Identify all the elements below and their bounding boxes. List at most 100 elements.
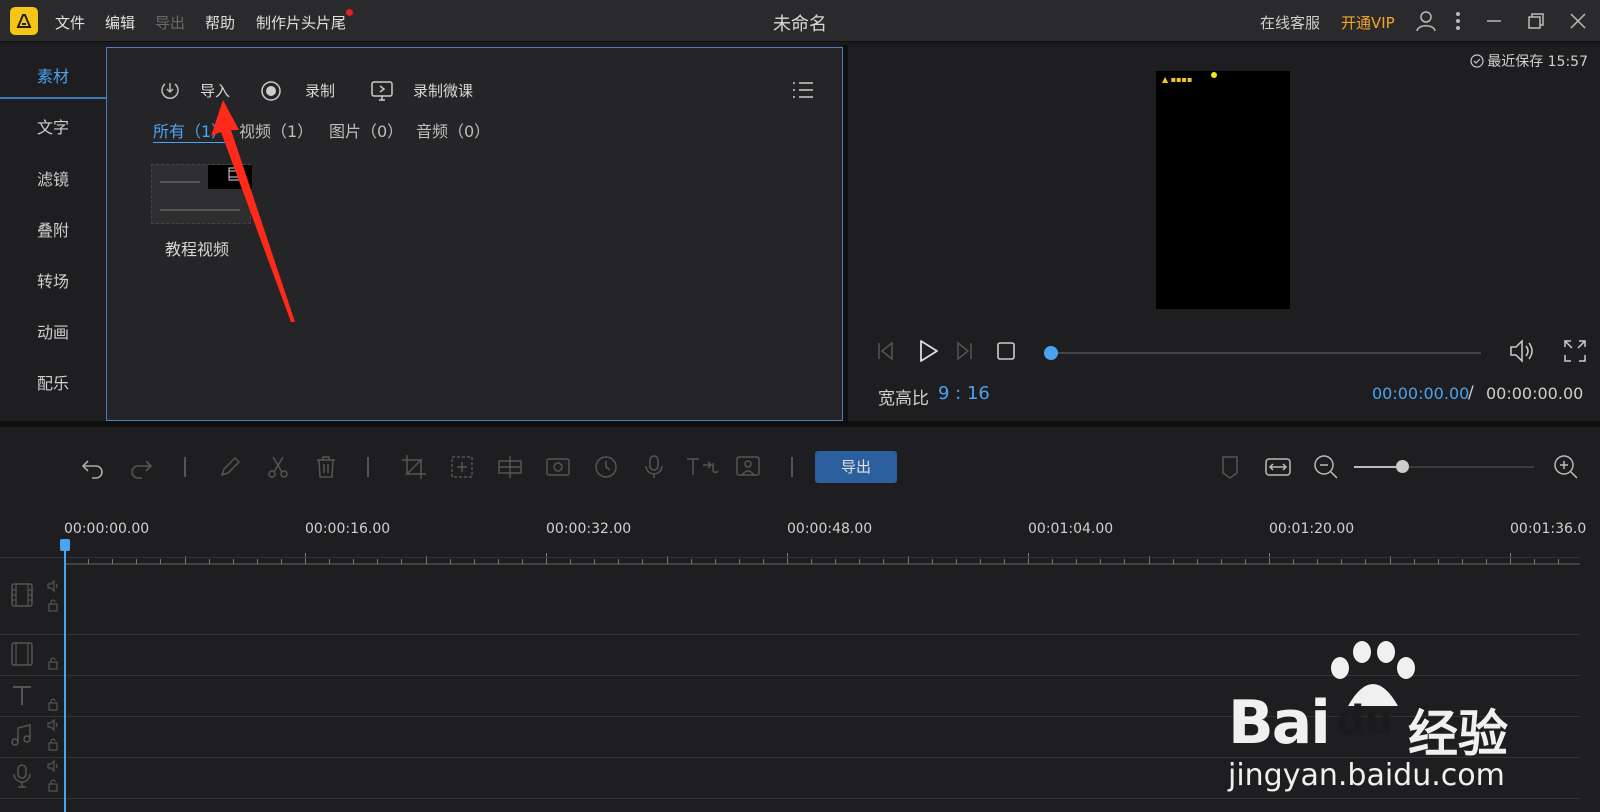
- menu-export[interactable]: 导出: [155, 12, 185, 33]
- split-screen-icon[interactable]: [496, 453, 524, 481]
- track-divider: [0, 557, 1580, 558]
- annotation-arrow: [207, 96, 307, 326]
- menu-help[interactable]: 帮助: [205, 12, 235, 33]
- watermark-du: du: [1336, 698, 1394, 744]
- import-icon[interactable]: [159, 80, 181, 102]
- avatar-capture-icon[interactable]: [734, 453, 762, 481]
- overlay-track-icon: [8, 640, 36, 668]
- zoom-slider-knob[interactable]: [1396, 460, 1409, 473]
- total-time: 00:00:00.00: [1486, 384, 1584, 403]
- record-button[interactable]: 录制: [305, 80, 335, 101]
- new-badge-dot: [346, 9, 353, 16]
- track-volume-icon[interactable]: [46, 759, 60, 773]
- ruler-label: 00:01:20.00: [1269, 521, 1355, 537]
- zoom-out-icon[interactable]: [1312, 453, 1340, 481]
- playhead[interactable]: [64, 545, 66, 812]
- toolbar-divider: [367, 457, 369, 477]
- voiceover-track-icon: [8, 762, 36, 790]
- track-volume-icon[interactable]: [46, 579, 60, 593]
- crop-icon[interactable]: [400, 453, 428, 481]
- filter-audio[interactable]: 音频（0）: [416, 118, 490, 142]
- redo-icon[interactable]: [127, 453, 155, 481]
- freeze-frame-icon[interactable]: [544, 453, 572, 481]
- volume-icon[interactable]: [1508, 337, 1536, 365]
- duration-icon[interactable]: [592, 453, 620, 481]
- nav-filter[interactable]: 滤镜: [0, 160, 106, 200]
- nav-transition[interactable]: 转场: [0, 262, 106, 302]
- preview-panel: 最近保存 15:57 ▲ ▪▪▪▪ 宽高比 9 : 16 00:00:00.00…: [848, 47, 1600, 421]
- timeline-ruler[interactable]: [64, 553, 1580, 565]
- close-icon[interactable]: [1566, 9, 1590, 33]
- baidu-watermark: Bai du 经验 jingyan.baidu.com: [1228, 640, 1558, 800]
- export-button[interactable]: 导出: [815, 451, 897, 483]
- track-lock-icon[interactable]: [46, 737, 60, 751]
- video-track-icon: [8, 581, 36, 609]
- zoom-in-icon[interactable]: [1552, 453, 1580, 481]
- text-to-speech-icon[interactable]: [684, 453, 720, 481]
- aspect-ratio-label: 宽高比: [878, 389, 929, 409]
- nav-media[interactable]: 素材: [0, 57, 106, 97]
- check-circle-icon: [1470, 54, 1484, 68]
- record-lesson-button[interactable]: 录制微课: [413, 80, 473, 101]
- media-panel: 导入 录制 录制微课 所有（1） 视频（1） 图片（0） 音频（0） 教程视频: [106, 47, 843, 421]
- more-vertical-icon[interactable]: [1446, 9, 1470, 33]
- edit-pencil-icon[interactable]: [216, 453, 244, 481]
- ruler-label: 00:00:32.00: [546, 521, 632, 537]
- side-nav: 素材 文字 滤镜 叠附 转场 动画 配乐: [0, 45, 106, 421]
- nav-active-indicator: [0, 97, 108, 99]
- nav-animation[interactable]: 动画: [0, 313, 106, 353]
- playback-progress-track[interactable]: [1051, 352, 1481, 354]
- music-track-icon: [8, 722, 36, 750]
- prev-frame-icon[interactable]: [874, 339, 898, 363]
- track-lock-icon[interactable]: [46, 697, 60, 711]
- nav-music[interactable]: 配乐: [0, 364, 106, 404]
- fit-timeline-icon[interactable]: [1264, 453, 1292, 481]
- nav-text[interactable]: 文字: [0, 108, 106, 148]
- playback-progress-knob[interactable]: [1044, 346, 1058, 360]
- scissors-icon[interactable]: [264, 453, 292, 481]
- watermark-jingyan: 经验: [1408, 705, 1508, 763]
- menu-edit[interactable]: 编辑: [105, 12, 135, 33]
- user-icon[interactable]: [1414, 9, 1438, 33]
- minimize-icon[interactable]: [1482, 9, 1506, 33]
- preview-logo: ▲ ▪▪▪▪: [1162, 75, 1193, 84]
- filter-image[interactable]: 图片（0）: [329, 118, 403, 142]
- preview-canvas[interactable]: ▲ ▪▪▪▪: [1156, 71, 1290, 309]
- marker-icon[interactable]: [1216, 453, 1244, 481]
- playhead-handle[interactable]: [60, 539, 70, 551]
- toolbar-divider: [791, 457, 793, 477]
- microphone-icon[interactable]: [640, 453, 668, 481]
- menu-file[interactable]: 文件: [55, 12, 85, 33]
- last-saved-status: 最近保存 15:57: [1470, 51, 1588, 71]
- play-icon[interactable]: [914, 337, 942, 365]
- record-lesson-icon[interactable]: [370, 79, 394, 103]
- watermark-url: jingyan.baidu.com: [1228, 758, 1505, 793]
- list-view-icon[interactable]: [791, 78, 815, 102]
- thumbnail-line: [160, 181, 200, 183]
- track-lock-icon[interactable]: [46, 598, 60, 612]
- time-separator: /: [1468, 383, 1474, 403]
- fullscreen-icon[interactable]: [1562, 338, 1588, 364]
- ruler-label: 00:01:04.00: [1028, 521, 1114, 537]
- menu-intro-outro[interactable]: 制作片头片尾: [256, 12, 346, 33]
- current-time: 00:00:00.00: [1372, 384, 1470, 403]
- next-frame-icon[interactable]: [952, 339, 976, 363]
- ruler-label: 00:00:00.00: [64, 521, 150, 537]
- app-logo-icon: [10, 7, 38, 35]
- nav-overlay[interactable]: 叠附: [0, 211, 106, 251]
- track-volume-icon[interactable]: [46, 718, 60, 732]
- last-saved-text: 最近保存 15:57: [1487, 54, 1588, 70]
- track-divider: [0, 634, 1580, 635]
- track-lock-icon[interactable]: [46, 656, 60, 670]
- ruler-label: 00:00:16.00: [305, 521, 391, 537]
- mosaic-icon[interactable]: [448, 453, 476, 481]
- online-support-link[interactable]: 在线客服: [1260, 12, 1320, 33]
- aspect-ratio-value[interactable]: 9 : 16: [938, 383, 990, 404]
- edit-toolbar: 导出: [0, 427, 1600, 509]
- undo-icon[interactable]: [79, 453, 107, 481]
- stop-icon[interactable]: [994, 339, 1018, 363]
- restore-icon[interactable]: [1524, 9, 1548, 33]
- vip-link[interactable]: 开通VIP: [1341, 12, 1395, 33]
- delete-icon[interactable]: [312, 453, 340, 481]
- track-lock-icon[interactable]: [46, 778, 60, 792]
